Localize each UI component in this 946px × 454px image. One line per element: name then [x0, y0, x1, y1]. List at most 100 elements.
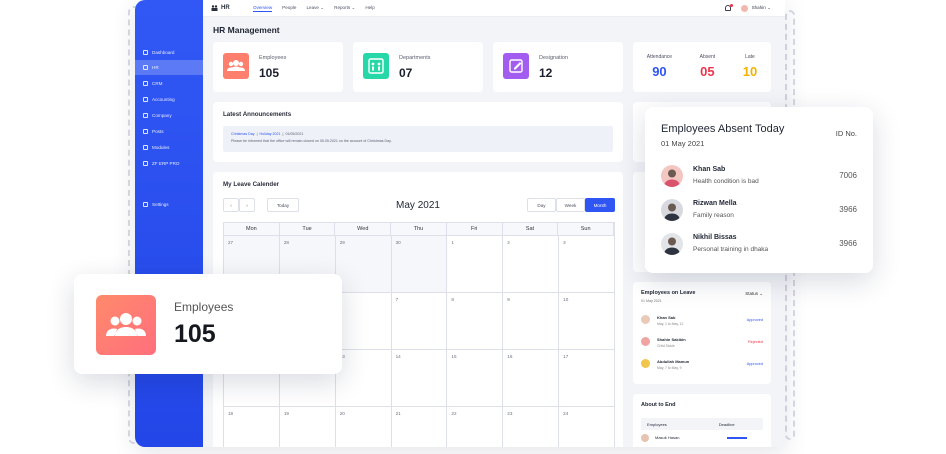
employee-name: Abdullah Mamun	[657, 359, 690, 364]
announcements-title: Latest Announcements	[223, 111, 292, 118]
status-badge: Approved	[746, 362, 763, 366]
sidebar-item-settings[interactable]: Settings	[135, 197, 203, 212]
marketing-stage: { "app": {"logo_text": "HR"}, "nav": ["O…	[0, 0, 946, 454]
announcement-text: Please be informed that the office will …	[231, 139, 392, 143]
avatar	[641, 337, 650, 346]
calendar-day-cell[interactable]: 14	[391, 350, 448, 407]
employee-name: Shahin Sakibin	[657, 337, 686, 342]
avatar	[641, 359, 650, 368]
calendar-day-cell[interactable]: 17	[559, 350, 615, 407]
calendar-day-cell[interactable]: 3	[559, 236, 615, 293]
menu-icon	[143, 202, 148, 207]
calendar-day-cell[interactable]: 13	[335, 350, 392, 407]
calendar-day-cell[interactable]: 15	[447, 350, 504, 407]
calendar-day-cell[interactable]: 21	[392, 407, 448, 447]
leave-row[interactable]: Shahin Sakibin Child Sickle Rejected	[641, 334, 763, 354]
employee-id: 3966	[839, 205, 857, 214]
absence-reason: Health condition is bad	[693, 178, 759, 185]
week-view-button[interactable]: Week	[556, 198, 585, 212]
employees-count: 105	[174, 320, 216, 348]
calendar-day-cell[interactable]: 1	[447, 236, 504, 293]
sidebar-item-label: Company	[152, 113, 172, 118]
nav-item-leave[interactable]: Leave ⌄	[306, 5, 324, 12]
nav-item-help[interactable]: Help	[365, 5, 374, 12]
stat-card-designation[interactable]: Designation 12	[493, 42, 623, 92]
calendar-day-cell[interactable]: 7	[391, 293, 448, 350]
nav-item-people[interactable]: People	[282, 5, 296, 12]
status-badge: Approved	[746, 318, 763, 322]
sidebar-item-modules[interactable]: Modules	[135, 140, 203, 155]
absent-row[interactable]: Nikhil Bissas Personal training in dhaka 3…	[661, 231, 857, 261]
sidebar-item-company[interactable]: Company	[135, 108, 203, 123]
absent-row[interactable]: Rizwan Mella Family reason 3966	[661, 197, 857, 227]
employees-label: Employees	[174, 300, 234, 314]
status-badge: Rejected	[748, 340, 763, 344]
nav-item-reports[interactable]: Reports ⌄	[334, 5, 355, 12]
sidebar-item-label: ZF ERP PRO	[152, 161, 180, 166]
weekday-header: Thu	[391, 223, 447, 235]
menu-icon	[143, 129, 148, 134]
employee-name: Rizwan Mella	[693, 200, 737, 207]
app-logo-text: HR	[221, 5, 230, 11]
about-to-end-title: About to End	[641, 402, 676, 408]
avatar	[661, 199, 683, 221]
column-header: Employees	[647, 421, 667, 427]
avatar	[740, 4, 748, 12]
absent-row[interactable]: Khan Sab Health condition is bad 7006	[661, 163, 857, 193]
sidebar-item-label: Dashboard	[152, 50, 175, 55]
sidebar-item-posts[interactable]: Posts	[135, 124, 203, 139]
calendar-day-cell[interactable]: 8	[447, 293, 504, 350]
calendar-day-cell[interactable]: 19	[280, 407, 336, 447]
calendar-day-cell[interactable]: 6	[335, 293, 392, 350]
month-view-button[interactable]: Month	[585, 198, 615, 212]
calendar-day-cell[interactable]: 10	[559, 293, 615, 350]
nav-item-overview[interactable]: Overview	[253, 5, 273, 12]
employee-name: Khan Sab	[657, 315, 676, 320]
calendar-day-cell[interactable]: 29	[335, 236, 392, 293]
edit-icon	[503, 53, 529, 79]
leave-row[interactable]: Abdullah Mamun May, 7 to May, 9 Approved	[641, 356, 763, 376]
calendar-day-cell[interactable]: 23	[503, 407, 560, 447]
user-menu[interactable]: Shahin ⌄	[724, 4, 771, 12]
sidebar-item-hr[interactable]: HR	[135, 60, 203, 75]
attendance-card: Attendance 90 Absent 05 Late 10	[633, 42, 771, 92]
calendar-day-cell[interactable]: 20	[336, 407, 392, 447]
page-title: HR Management	[213, 25, 280, 35]
avatar	[641, 315, 650, 324]
calendar-week-row: 18 19 20 21 22 23 24	[223, 407, 615, 447]
menu-icon	[143, 113, 148, 118]
calendar-day-cell[interactable]: 2	[503, 236, 560, 293]
user-name: Shahin ⌄	[751, 5, 771, 10]
calendar-day-cell[interactable]: 16	[503, 350, 560, 407]
users-icon	[96, 295, 156, 355]
stat-value: 07	[399, 66, 413, 80]
app-logo[interactable]: HR	[211, 5, 249, 11]
menu-icon	[143, 161, 148, 166]
sidebar-item-dashboard[interactable]: Dashboard	[135, 45, 203, 60]
calendar-day-cell[interactable]: 24	[559, 407, 615, 447]
sidebar-item-accounting[interactable]: Accounting	[135, 92, 203, 107]
sidebar-item-zf-erp-pro[interactable]: ZF ERP PRO	[135, 156, 203, 171]
menu-icon	[143, 50, 148, 55]
stat-value: 105	[259, 66, 280, 80]
calendar-day-cell[interactable]: 22	[447, 407, 504, 447]
announcement-item[interactable]: Christmas Day | Holiday 2021 | 01/05/202…	[223, 126, 613, 152]
weekday-header: Sat	[503, 223, 559, 235]
stat-card-departments[interactable]: Departments 07	[353, 42, 483, 92]
bell-icon[interactable]	[724, 4, 733, 11]
calendar-day-cell[interactable]: 30	[391, 236, 448, 293]
absent-date: 01 May 2021	[661, 139, 705, 148]
calendar-day-cell[interactable]: 9	[503, 293, 560, 350]
menu-icon	[143, 145, 148, 150]
status-filter[interactable]: Status ⌄	[745, 291, 763, 297]
employees-highlight-card[interactable]: Employees 105	[74, 274, 342, 374]
announcement-tag: Holiday 2021	[259, 132, 281, 136]
main-nav: Overview People Leave ⌄ Reports ⌄ Help	[253, 5, 375, 12]
leave-row[interactable]: Khan Sab May, 1 to May, 12 Approved	[641, 312, 763, 332]
day-view-button[interactable]: Day	[527, 198, 556, 212]
stat-card-employees[interactable]: Employees 105	[213, 42, 343, 92]
id-column-header: ID No.	[835, 129, 857, 138]
calendar-day-cell[interactable]: 18	[224, 407, 280, 447]
users-icon	[223, 53, 249, 79]
sidebar-item-crm[interactable]: CRM	[135, 76, 203, 91]
